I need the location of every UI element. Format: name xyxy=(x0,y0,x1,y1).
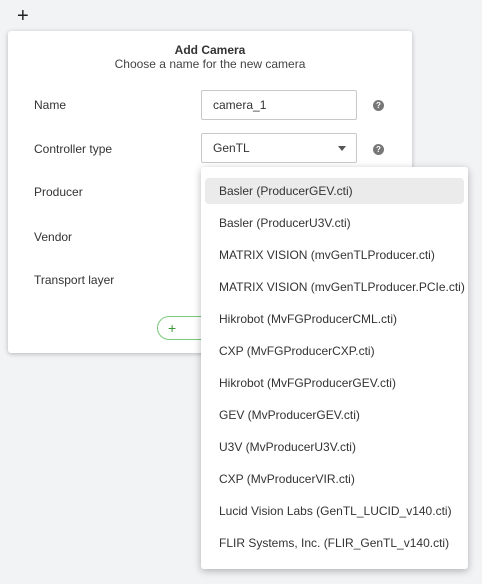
dropdown-option[interactable]: Basler (ProducerU3V.cti) xyxy=(205,210,464,236)
dropdown-option[interactable]: CXP (MvProducerVIR.cti) xyxy=(205,466,464,492)
dropdown-option[interactable]: Hikrobot (MvFGProducerGEV.cti) xyxy=(205,370,464,396)
controller-type-select[interactable]: GenTL xyxy=(201,133,357,163)
transport-layer-label: Transport layer xyxy=(34,273,115,287)
add-icon[interactable]: + xyxy=(17,6,29,26)
producer-label: Producer xyxy=(34,185,83,199)
dropdown-option[interactable]: MATRIX VISION (mvGenTLProducer.PCIe.cti) xyxy=(205,274,465,300)
dropdown-option[interactable]: Lucid Vision Labs (GenTL_LUCID_v140.cti) xyxy=(205,498,464,524)
dropdown-option[interactable]: Hikrobot (MvFGProducerCML.cti) xyxy=(205,306,464,332)
dropdown-option[interactable]: Basler (ProducerGEV.cti) xyxy=(205,178,464,204)
chevron-down-icon xyxy=(338,146,346,151)
name-label: Name xyxy=(34,98,67,112)
controller-type-value: GenTL xyxy=(213,141,250,155)
dialog-title: Add Camera xyxy=(174,43,246,57)
controller-type-label: Controller type xyxy=(34,142,113,156)
dropdown-option[interactable]: MATRIX VISION (mvGenTLProducer.cti) xyxy=(205,242,464,268)
dropdown-option[interactable]: CXP (MvFGProducerCXP.cti) xyxy=(205,338,464,364)
vendor-label: Vendor xyxy=(34,230,73,244)
dropdown-option[interactable]: GEV (MvProducerGEV.cti) xyxy=(205,402,464,428)
dialog-subtitle: Choose a name for the new camera xyxy=(114,57,306,71)
plus-icon: + xyxy=(168,320,177,336)
dropdown-option[interactable]: U3V (MvProducerU3V.cti) xyxy=(205,434,464,460)
name-help-icon[interactable]: ? xyxy=(373,100,384,111)
name-field[interactable]: camera_1 xyxy=(201,90,357,120)
controller-help-icon[interactable]: ? xyxy=(373,144,384,155)
dropdown-option[interactable]: FLIR Systems, Inc. (FLIR_GenTL_v140.cti) xyxy=(205,530,464,556)
producer-dropdown: Basler (ProducerGEV.cti) Basler (Produce… xyxy=(201,167,468,569)
